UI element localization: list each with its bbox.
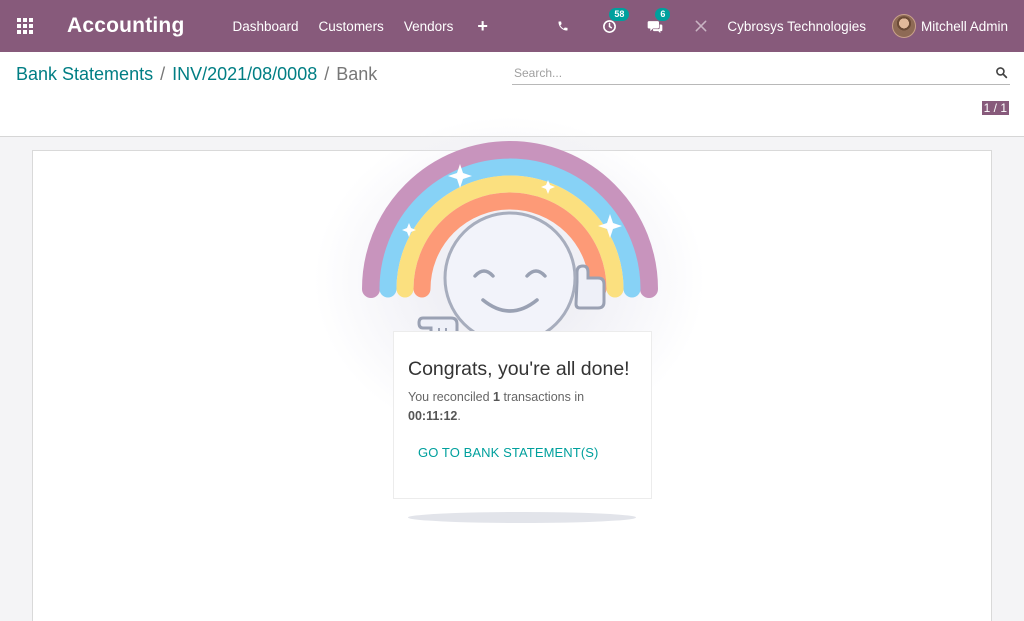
search-bar [512, 63, 1010, 85]
search-input[interactable] [512, 63, 982, 83]
messages-icon[interactable]: 6 [643, 8, 671, 38]
breadcrumb-current: Bank [336, 64, 378, 84]
user-menu[interactable]: Mitchell Admin [891, 14, 1008, 38]
summary-middle: transactions in [499, 390, 585, 404]
menu-vendors[interactable]: Vendors [404, 19, 454, 34]
top-navbar: Accounting Dashboard Customers Vendors +… [0, 0, 1024, 52]
breadcrumb-separator: / [324, 64, 330, 84]
go-to-bank-statements-link[interactable]: GO TO BANK STATEMENT(S) [418, 445, 598, 460]
app-title[interactable]: Accounting [67, 14, 185, 38]
congrats-title: Congrats, you're all done! [408, 358, 630, 380]
summary-prefix: You reconciled [408, 390, 494, 404]
rainbow-mascot-illustration [362, 141, 658, 345]
transaction-count: 1 [493, 390, 500, 404]
breadcrumb-invoice[interactable]: INV/2021/08/0008 [172, 64, 317, 85]
debug-tools-icon[interactable] [689, 14, 713, 38]
activity-clock-icon[interactable]: 58 [597, 8, 630, 38]
reconcile-duration: 00:11:12 [408, 409, 458, 423]
apps-grid-icon [17, 18, 33, 34]
breadcrumb-bank-statements[interactable]: Bank Statements [16, 64, 153, 85]
pager-value[interactable]: 1 / 1 [981, 101, 1009, 115]
search-icon[interactable] [995, 66, 1008, 84]
congrats-card: Congrats, you're all done! You reconcile… [393, 331, 652, 499]
phone-icon[interactable] [551, 14, 575, 38]
user-name: Mitchell Admin [920, 18, 1008, 34]
company-switcher[interactable]: Cybrosys Technologies [727, 19, 866, 34]
navbar-systray: 58 6 Cybrosys Technologies Mitchell Admi… [551, 0, 1024, 52]
card-shadow [408, 512, 636, 523]
reconcile-summary: You reconciled 1 transactions in 00:11:1… [408, 388, 638, 426]
menu-dashboard[interactable]: Dashboard [233, 19, 299, 34]
activity-count-badge: 58 [609, 8, 630, 21]
menu-customers[interactable]: Customers [319, 19, 384, 34]
breadcrumb: Bank Statements / INV/2021/08/0008 / Ban… [16, 64, 377, 85]
breadcrumb-separator: / [160, 64, 166, 84]
summary-suffix: . [457, 409, 461, 423]
messages-count-badge: 6 [655, 8, 671, 21]
apps-menu-button[interactable] [0, 0, 50, 52]
plus-icon[interactable]: + [477, 16, 488, 37]
avatar [891, 14, 916, 38]
